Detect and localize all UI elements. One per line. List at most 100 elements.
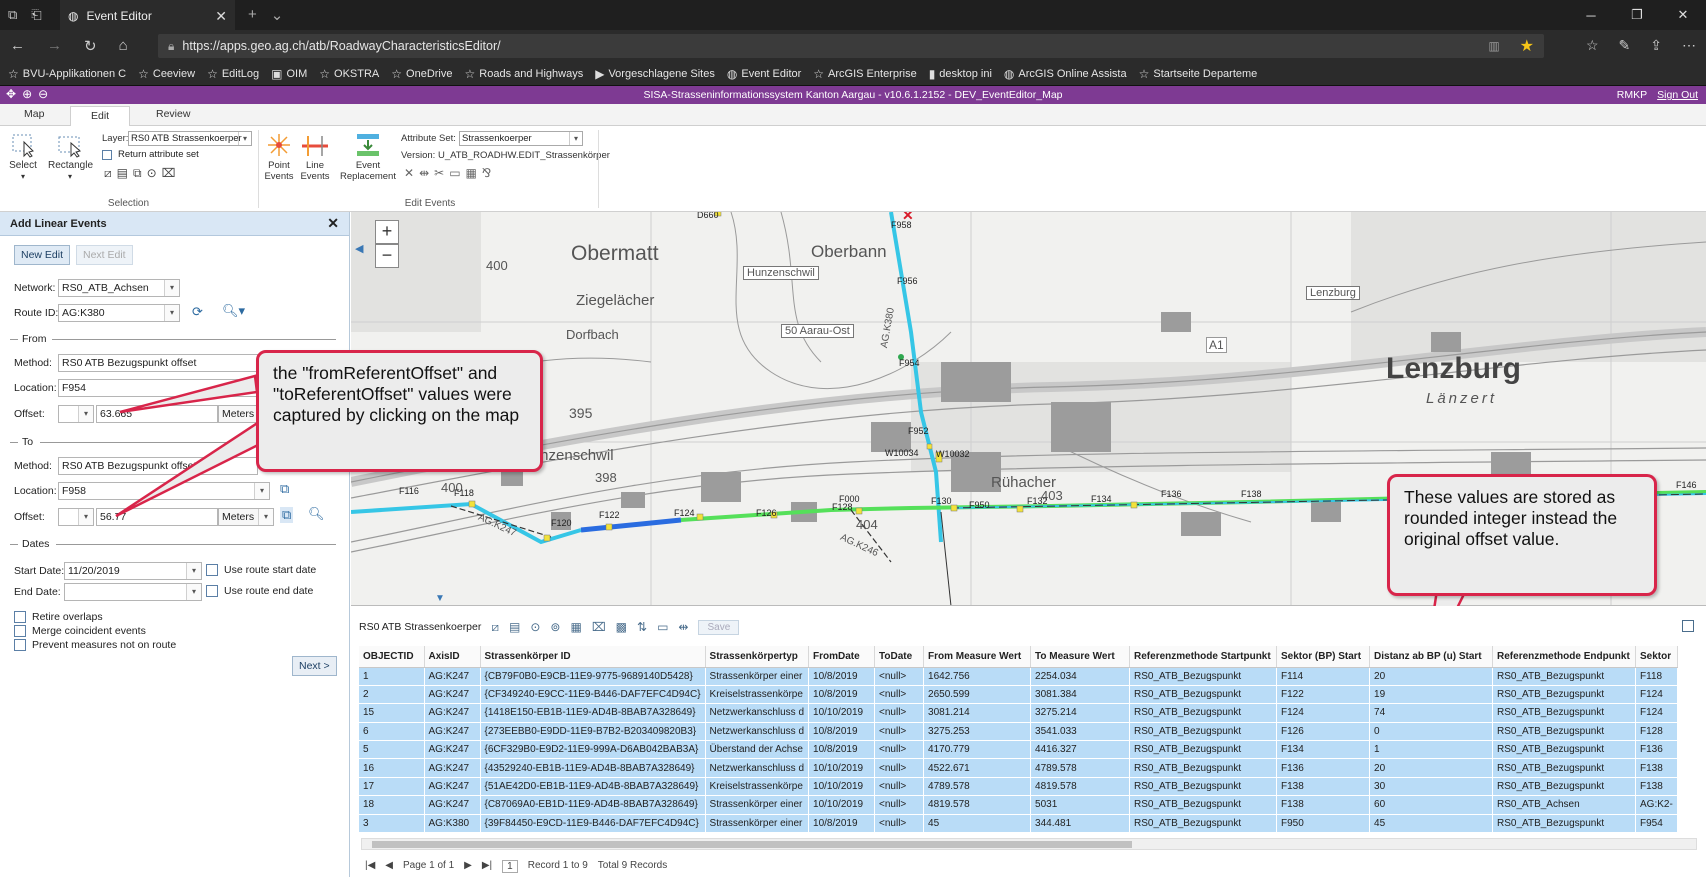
column-header[interactable]: Referenzmethode Startpunkt [1129, 646, 1278, 668]
table-cell: <null> [874, 814, 925, 834]
column-header[interactable]: OBJECTID [359, 646, 425, 668]
pager: |◀ ◀ Page 1 of 1 ▶ ▶| 1 Record 1 to 9 To… [365, 860, 667, 873]
table-cell: 4170.779 [923, 740, 1032, 760]
table-cell: AG:K2- [1635, 795, 1678, 815]
table-cell: 6 [359, 722, 425, 742]
table-cell: 1 [1369, 740, 1494, 760]
pan-selection-icon[interactable]: ⊚ [550, 620, 560, 634]
table-cell: Strassenkörper einer [705, 667, 810, 686]
column-header[interactable]: AxisID [424, 646, 481, 668]
maximize-icon[interactable] [1682, 620, 1694, 632]
grid-icon[interactable]: ▩ [616, 620, 627, 634]
table-row[interactable]: 1 AG:K247 {CB79F0B0-E9CB-11E9-9775-9689140… [359, 667, 1678, 686]
table-cell: Strassenkörper einer [705, 795, 810, 815]
column-header[interactable]: Distanz ab BP (u) Start [1369, 646, 1494, 668]
table-cell: F128 [1635, 722, 1678, 742]
table-cell: F138 [1276, 795, 1371, 815]
table-cell: RS0_ATB_Bezugspunkt [1492, 814, 1637, 834]
table-row[interactable]: 18 AG:K247 {C87069A0-EB1D-11E9-AD4B-8BAB7A… [359, 795, 1678, 815]
next-page-icon[interactable]: ▶ [464, 860, 472, 873]
table-header-row: OBJECTID AxisID Strassenkörper ID Strassenk… [359, 646, 1678, 668]
table-cell: 20 [1369, 758, 1494, 778]
table-cell: 2254.034 [1030, 667, 1131, 686]
form-icon[interactable]: ▭ [657, 620, 668, 634]
table-cell: RS0_ATB_Bezugspunkt [1129, 740, 1278, 760]
table-row[interactable]: 15 AG:K247 {1418E150-EB1B-11E9-AD4B-8BAB7A… [359, 703, 1678, 723]
table-cell: AG:K247 [424, 758, 481, 778]
column-header[interactable]: To Measure Wert [1030, 646, 1131, 668]
table-cell: 17 [359, 777, 425, 797]
table-cell: 20 [1369, 667, 1494, 686]
table-cell: <null> [874, 667, 925, 686]
table-cell: RS0_ATB_Bezugspunkt [1129, 777, 1278, 797]
table-cell: RS0_ATB_Bezugspunkt [1129, 722, 1278, 742]
last-page-icon[interactable]: ▶| [482, 860, 492, 873]
table-cell: <null> [874, 795, 925, 815]
column-header[interactable]: Sektor (BP) Start [1276, 646, 1371, 668]
horizontal-scrollbar[interactable] [361, 838, 1697, 850]
column-header[interactable]: Strassenkörper ID [480, 646, 706, 668]
table-cell: Netzwerkanschluss d [705, 722, 810, 742]
column-header[interactable]: From Measure Wert [923, 646, 1032, 668]
zoom-selection-icon[interactable]: ⊙ [530, 620, 540, 634]
table-cell: 10/8/2019 [808, 685, 876, 705]
measure-icon[interactable]: ⇹ [678, 620, 688, 634]
prev-page-icon[interactable]: ◀ [385, 860, 393, 873]
table-cell: F124 [1635, 703, 1678, 723]
table-row[interactable]: 6 AG:K247 {273EEBB0-E9DD-11E9-B7B2-B203409… [359, 722, 1678, 742]
table-cell: 1 [359, 667, 425, 686]
table-cell: Überstand der Achse [705, 740, 810, 760]
table-cell: 0 [1369, 722, 1494, 742]
first-page-icon[interactable]: |◀ [365, 860, 375, 873]
table-cell: 15 [359, 703, 425, 723]
table-cell: 45 [1369, 814, 1494, 834]
table-cell: 10/8/2019 [808, 814, 876, 834]
table-cell: {43529240-EB1B-11E9-AD4B-8BAB7A328649} [480, 758, 706, 778]
table-cell: 4789.578 [923, 777, 1032, 797]
column-header[interactable]: Sektor [1635, 646, 1678, 668]
table-cell: <null> [874, 722, 925, 742]
table-cell: 3081.214 [923, 703, 1032, 723]
table-cell: 60 [1369, 795, 1494, 815]
table-cell: <null> [874, 685, 925, 705]
table-cell: {CF349240-E9CC-11E9-B446-DAF7EFC4D94C} [480, 685, 706, 705]
table-cell: RS0_ATB_Bezugspunkt [1492, 667, 1637, 686]
table-cell: 3 [359, 814, 425, 834]
table-cell: AG:K247 [424, 722, 481, 742]
table-cell: 3275.253 [923, 722, 1032, 742]
delete-rows-icon[interactable]: ⌧ [592, 620, 606, 634]
column-header[interactable]: Strassenkörpertyp [705, 646, 810, 668]
table-row[interactable]: 16 AG:K247 {43529240-EB1B-11E9-AD4B-8BAB7A… [359, 758, 1678, 778]
table-cell: 3275.214 [1030, 703, 1131, 723]
table-cell: AG:K247 [424, 795, 481, 815]
column-header[interactable]: Referenzmethode Endpunkt [1492, 646, 1637, 668]
table-row[interactable]: 3 AG:K380 {39F84450-E9CD-11E9-B446-DAF7EFC… [359, 814, 1678, 834]
table-cell: Kreiselstrassenkörpe [705, 685, 810, 705]
table-cell: F122 [1276, 685, 1371, 705]
table-row[interactable]: 5 AG:K247 {6CF329B0-E9D2-11E9-999A-D6AB042… [359, 740, 1678, 760]
column-header[interactable]: ToDate [874, 646, 925, 668]
table-icon[interactable]: ▤ [509, 620, 520, 634]
table-cell: 10/10/2019 [808, 703, 876, 723]
table-cell: {39F84450-E9CD-11E9-B446-DAF7EFC4D94C} [480, 814, 706, 834]
table-cell: 19 [1369, 685, 1494, 705]
table-cell: Kreiselstrassenkörpe [705, 777, 810, 797]
column-header[interactable]: FromDate [808, 646, 876, 668]
table-cell: AG:K247 [424, 703, 481, 723]
filter-icon[interactable]: ⧄ [491, 620, 499, 635]
scrollbar-thumb[interactable] [372, 841, 1132, 848]
table-cell: {273EEBB0-E9DD-11E9-B7B2-B203409820B3} [480, 722, 706, 742]
sort-icon[interactable]: ⇅ [637, 620, 647, 634]
table-row[interactable]: 2 AG:K247 {CF349240-E9CC-11E9-B446-DAF7EFC… [359, 685, 1678, 705]
table-row[interactable]: 17 AG:K247 {51AE42D0-EB1B-11E9-AD4B-8BAB7A… [359, 777, 1678, 797]
table-cell: {51AE42D0-EB1B-11E9-AD4B-8BAB7A328649} [480, 777, 706, 797]
attribute-table-panel: RS0 ATB Strassenkoerper ⧄ ▤ ⊙ ⊚ ▦ ⌧ ▩ ⇅ … [351, 606, 1706, 877]
offset-capture-callout: the "fromReferentOffset" and "toReferent… [256, 350, 543, 472]
calculator-icon[interactable]: ▦ [570, 620, 581, 634]
table-cell: F124 [1635, 685, 1678, 705]
table-cell: <null> [874, 758, 925, 778]
table-cell: <null> [874, 740, 925, 760]
page-number-input[interactable]: 1 [502, 860, 518, 873]
save-button[interactable]: Save [698, 619, 740, 635]
table-cell: F118 [1635, 667, 1678, 686]
